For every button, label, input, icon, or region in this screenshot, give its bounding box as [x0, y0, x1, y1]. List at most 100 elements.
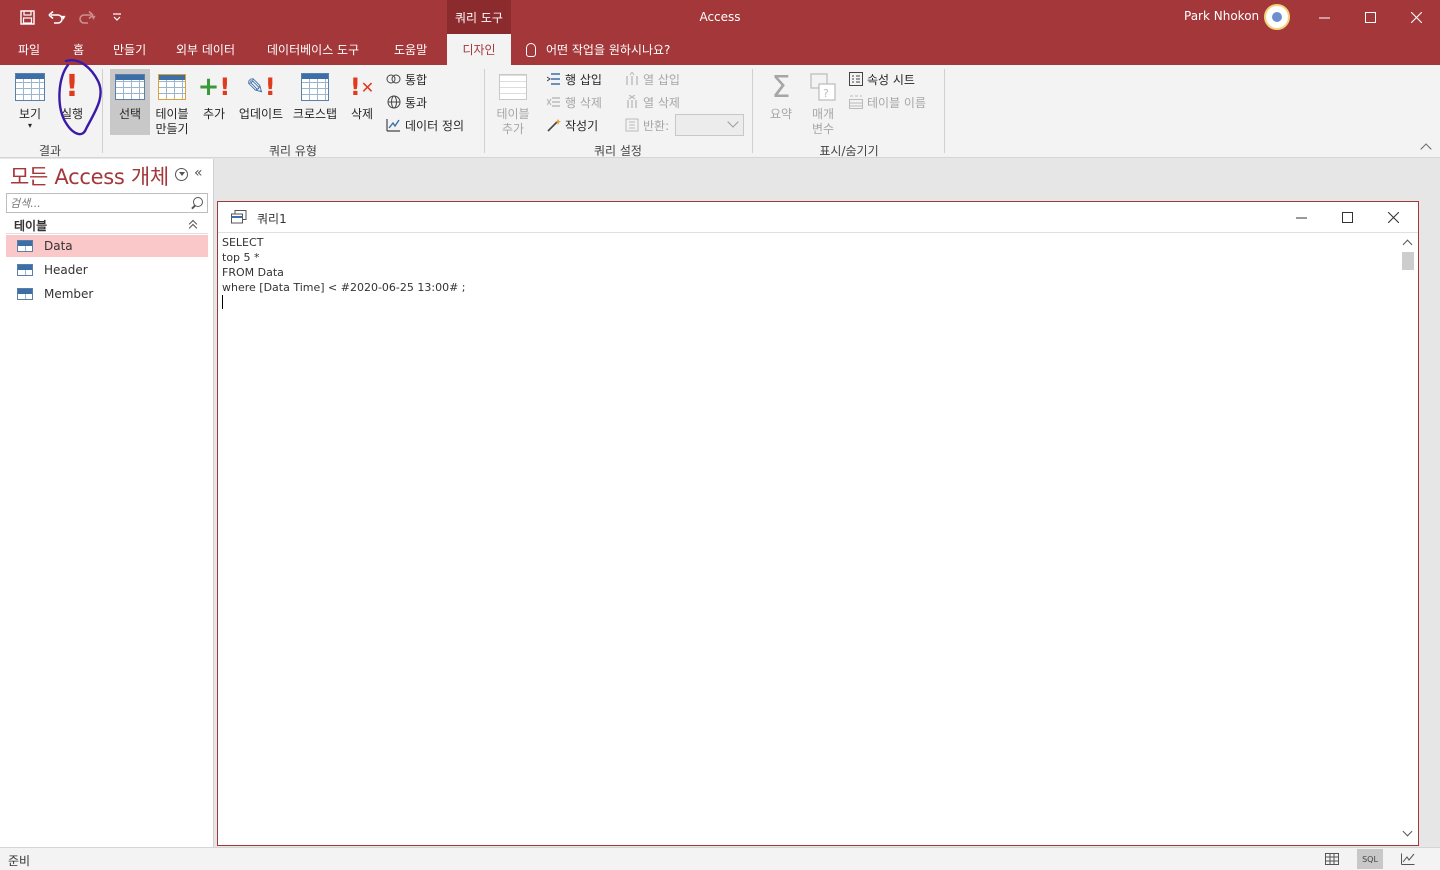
group-separator	[102, 69, 103, 153]
show-table-button[interactable]: 테이블 추가	[492, 69, 534, 137]
group-label-results: 결과	[38, 144, 62, 158]
maximize-button[interactable]	[1347, 0, 1393, 34]
shutter-bar-close-icon[interactable]: «	[194, 165, 203, 181]
builder-label: 작성기	[565, 118, 599, 133]
tab-design[interactable]: 디자인	[447, 34, 511, 65]
user-name[interactable]: Park Nhokon	[1184, 9, 1259, 23]
svg-text:?: ?	[823, 87, 829, 100]
append-label: 추가	[202, 107, 226, 121]
tell-me-box[interactable]: 어떤 작업을 원하시나요?	[526, 34, 670, 65]
delete-rows-button[interactable]: 행 삭제	[546, 92, 602, 112]
insert-rows-icon	[546, 72, 561, 86]
design-view-button[interactable]	[1395, 849, 1421, 869]
nav-menu-dropdown-icon[interactable]	[175, 168, 188, 181]
parameters-label-2: 변수	[811, 122, 835, 136]
query-window: 쿼리1 SELECT top 5 * FROM Data where [Data…	[217, 201, 1419, 846]
nav-item-data[interactable]: Data	[6, 235, 208, 257]
parameters-button[interactable]: ? 매개 변수	[804, 69, 842, 137]
nav-pane-title[interactable]: 모든 Access 개체	[10, 161, 169, 191]
query-maximize-button[interactable]	[1324, 202, 1370, 233]
tab-database-tools[interactable]: 데이터베이스 도구	[267, 34, 359, 65]
query-close-button[interactable]	[1370, 202, 1416, 233]
delete-query-button[interactable]: ! ✕ 삭제	[346, 69, 378, 122]
append-button[interactable]: +! 추가	[197, 69, 231, 122]
delete-x-icon: ✕	[360, 77, 375, 97]
data-definition-button[interactable]: 데이터 정의	[386, 115, 464, 135]
insert-columns-label: 열 삽입	[643, 72, 680, 87]
close-button[interactable]	[1393, 0, 1439, 34]
insert-columns-button[interactable]: 열 삽입	[624, 69, 680, 89]
status-bar: 준비 SQL	[0, 847, 1440, 870]
view-dropdown-icon: ▾	[27, 121, 32, 130]
view-label: 보기	[18, 107, 42, 121]
sql-editor[interactable]: SELECT top 5 * FROM Data where [Data Tim…	[222, 235, 1396, 842]
delete-columns-icon	[624, 95, 639, 109]
datasheet-view-button[interactable]	[1319, 849, 1345, 869]
query-window-titlebar[interactable]: 쿼리1	[218, 202, 1418, 233]
append-plus-icon: +	[197, 71, 220, 102]
table-names-button[interactable]: 테이블 이름	[848, 92, 926, 112]
sigma-icon: Σ	[771, 69, 791, 105]
sql-line: SELECT	[222, 236, 264, 249]
table-names-icon	[848, 95, 863, 109]
return-combobox[interactable]	[675, 114, 744, 136]
builder-button[interactable]: 작성기	[546, 115, 598, 135]
delete-exclamation-icon: !	[349, 72, 361, 101]
view-button[interactable]: 보기 ▾	[10, 69, 50, 130]
nav-item-header[interactable]: Header	[6, 259, 208, 281]
query-minimize-button[interactable]	[1278, 202, 1324, 233]
scroll-down-icon[interactable]	[1402, 826, 1413, 837]
delete-columns-label: 열 삭제	[643, 95, 680, 110]
design-view-icon	[1401, 853, 1415, 865]
show-table-label-1: 테이블	[496, 107, 530, 121]
scroll-thumb[interactable]	[1402, 252, 1414, 270]
property-sheet-label: 속성 시트	[867, 72, 915, 87]
globe-icon	[386, 95, 401, 109]
sql-view-button[interactable]: SQL	[1357, 849, 1383, 869]
collapse-ribbon-icon[interactable]	[1420, 143, 1432, 155]
group-separator	[484, 69, 485, 153]
insert-rows-button[interactable]: 행 삽입	[546, 69, 602, 89]
make-table-button[interactable]: 테이블 만들기	[152, 69, 192, 137]
lightbulb-icon	[526, 42, 536, 57]
avatar[interactable]	[1264, 4, 1290, 30]
pass-through-button[interactable]: 통과	[386, 92, 427, 112]
data-definition-label: 데이터 정의	[405, 118, 465, 133]
nav-search-input[interactable]	[7, 194, 177, 212]
make-table-label-1: 테이블	[155, 107, 189, 121]
select-query-button[interactable]: 선택	[110, 69, 150, 135]
scroll-up-icon[interactable]	[1402, 239, 1413, 250]
tab-create[interactable]: 만들기	[113, 34, 146, 65]
nav-item-member[interactable]: Member	[6, 283, 208, 305]
datasheet-view-icon	[15, 73, 45, 101]
group-separator	[752, 69, 753, 153]
update-button[interactable]: ✎! 업데이트	[236, 69, 286, 122]
delete-rows-icon	[546, 95, 561, 109]
tab-external-data[interactable]: 외부 데이터	[176, 34, 235, 65]
delete-label: 삭제	[350, 107, 374, 121]
datasheet-view-icon	[1325, 853, 1339, 865]
group-label-query-setup: 쿼리 설정	[594, 144, 642, 158]
tab-help[interactable]: 도움말	[394, 34, 427, 65]
crosstab-button[interactable]: 크로스탭	[290, 69, 340, 122]
vertical-scrollbar[interactable]	[1400, 235, 1416, 843]
chevron-down-icon	[727, 116, 739, 128]
nav-search-box[interactable]	[6, 193, 208, 213]
union-rings-icon	[386, 72, 401, 86]
union-button[interactable]: 통합	[386, 69, 427, 89]
search-icon[interactable]	[193, 197, 203, 207]
make-table-icon	[158, 74, 186, 100]
return-label-group: 반환:	[624, 115, 669, 135]
tab-file[interactable]: 파일	[18, 34, 40, 65]
delete-columns-button[interactable]: 열 삭제	[624, 92, 680, 112]
totals-button[interactable]: Σ 요약	[764, 69, 798, 122]
update-label: 업데이트	[238, 107, 284, 121]
nav-group-tables[interactable]: 테이블	[6, 216, 208, 234]
table-icon	[17, 264, 33, 276]
property-sheet-button[interactable]: 속성 시트	[848, 69, 915, 89]
title-bar: ▾ ▾ 쿼리 도구 Access Park Nhokon	[0, 0, 1440, 34]
minimize-button[interactable]	[1301, 0, 1347, 34]
navigation-pane: 모든 Access 개체 « 테이블 Data Header Member	[0, 159, 214, 847]
crosstab-icon	[301, 73, 329, 101]
select-query-icon	[115, 74, 145, 100]
